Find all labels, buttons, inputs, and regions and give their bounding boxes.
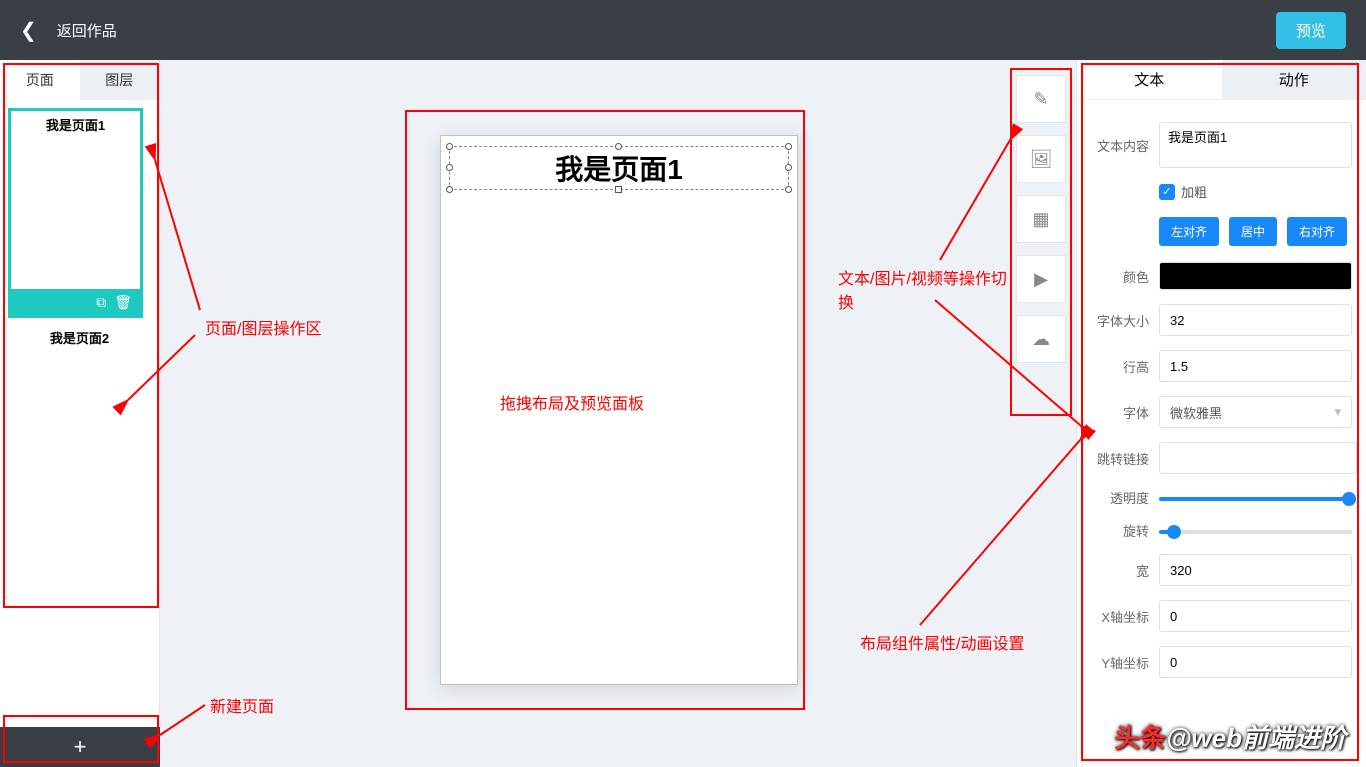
back-label[interactable]: 返回作品 xyxy=(57,20,117,41)
row-opacity: 透明度 xyxy=(1091,488,1352,507)
label-x: X轴坐标 xyxy=(1091,607,1149,626)
row-y: Y轴坐标 px xyxy=(1091,646,1352,678)
width-input: px xyxy=(1159,554,1352,586)
color-swatch[interactable] xyxy=(1159,262,1352,290)
font-family-value: 微软雅黑 xyxy=(1170,403,1222,422)
label-color: 颜色 xyxy=(1091,267,1149,286)
font-size-field[interactable] xyxy=(1160,305,1352,335)
resize-handle[interactable] xyxy=(446,143,453,150)
resize-handle[interactable] xyxy=(446,186,453,193)
phone-canvas[interactable]: 我是页面1 xyxy=(440,135,798,685)
bold-checkbox[interactable]: ✓ xyxy=(1159,184,1175,200)
y-input: px xyxy=(1159,646,1352,678)
page-thumb-title: 我是页面1 xyxy=(11,111,140,138)
row-align: 左对齐 居中 右对齐 xyxy=(1091,217,1352,246)
row-bold: ✓ 加粗 xyxy=(1091,182,1352,201)
row-font-family: 字体 微软雅黑 ▾ xyxy=(1091,396,1352,428)
property-form: 文本内容 我是页面1 ✓ 加粗 左对齐 居中 右对齐 颜色 字体大小 − + 行… xyxy=(1077,100,1366,712)
trash-icon[interactable]: 🗑 xyxy=(114,294,132,311)
align-center-button[interactable]: 居中 xyxy=(1229,217,1277,246)
left-panel: 页面 图层 我是页面1 ⧉ 🗑 我是页面2 + xyxy=(0,60,160,767)
add-page-button[interactable]: + xyxy=(0,727,160,767)
resize-handle[interactable] xyxy=(785,143,792,150)
pencil-icon: ✎ xyxy=(1033,89,1048,110)
resize-handle[interactable] xyxy=(785,164,792,171)
label-content: 文本内容 xyxy=(1091,136,1149,155)
font-family-select[interactable]: 微软雅黑 ▾ xyxy=(1159,396,1352,428)
link-input[interactable] xyxy=(1159,442,1357,474)
tab-text[interactable]: 文本 xyxy=(1077,60,1222,99)
row-content: 文本内容 我是页面1 xyxy=(1091,122,1352,168)
watermark-prefix: 头条 xyxy=(1114,723,1166,753)
tool-grid-button[interactable]: ▦ xyxy=(1016,195,1066,243)
top-bar-left: ❮ 返回作品 xyxy=(20,18,117,43)
canvas-area[interactable]: 我是页面1 xyxy=(160,60,1076,767)
line-height-input: − + xyxy=(1159,350,1352,382)
play-icon: ▶ xyxy=(1034,269,1048,290)
label-link: 跳转链接 xyxy=(1091,449,1149,468)
label-width: 宽 xyxy=(1091,561,1149,580)
page-caption: 我是页面2 xyxy=(8,328,151,347)
content-input[interactable]: 我是页面1 xyxy=(1159,122,1352,168)
label-font-family: 字体 xyxy=(1091,403,1149,422)
label-bold: 加粗 xyxy=(1181,182,1207,201)
watermark: 头条@web前端进阶 xyxy=(1114,718,1346,755)
label-y: Y轴坐标 xyxy=(1091,653,1149,672)
page-item[interactable]: 我是页面1 ⧉ 🗑 xyxy=(8,108,151,318)
opacity-slider[interactable] xyxy=(1159,489,1352,507)
align-left-button[interactable]: 左对齐 xyxy=(1159,217,1219,246)
tool-strip: ✎ 🖼 ▦ ▶ ☁ xyxy=(1016,75,1066,363)
resize-handle[interactable] xyxy=(785,186,792,193)
preview-button[interactable]: 预览 xyxy=(1276,12,1346,49)
grid-icon: ▦ xyxy=(1032,209,1049,230)
row-width: 宽 px xyxy=(1091,554,1352,586)
tool-text-button[interactable]: ✎ xyxy=(1016,75,1066,123)
width-field[interactable] xyxy=(1160,555,1352,585)
row-link: 跳转链接 xyxy=(1091,442,1352,474)
x-field[interactable] xyxy=(1160,601,1352,631)
cloud-upload-icon: ☁ xyxy=(1032,329,1050,350)
tool-image-button[interactable]: 🖼 xyxy=(1016,135,1066,183)
copy-icon[interactable]: ⧉ xyxy=(96,294,106,311)
page-item[interactable]: 我是页面2 xyxy=(8,328,151,347)
label-font-size: 字体大小 xyxy=(1091,311,1149,330)
label-line-height: 行高 xyxy=(1091,357,1149,376)
font-size-input: − + xyxy=(1159,304,1352,336)
tool-cloud-button[interactable]: ☁ xyxy=(1016,315,1066,363)
x-input: px xyxy=(1159,600,1352,632)
resize-handle[interactable] xyxy=(615,186,622,193)
resize-handle[interactable] xyxy=(615,143,622,150)
tab-action[interactable]: 动作 xyxy=(1222,60,1366,99)
row-line-height: 行高 − + xyxy=(1091,350,1352,382)
y-field[interactable] xyxy=(1160,647,1352,677)
selected-text-element[interactable]: 我是页面1 xyxy=(449,146,789,190)
row-font-size: 字体大小 − + xyxy=(1091,304,1352,336)
page-thumb-footer: ⧉ 🗑 xyxy=(11,289,140,315)
left-tabs: 页面 图层 xyxy=(0,60,159,100)
row-rotate: 旋转 xyxy=(1091,521,1352,540)
top-bar: ❮ 返回作品 预览 xyxy=(0,0,1366,60)
watermark-text: @web前端进阶 xyxy=(1166,723,1346,753)
label-opacity: 透明度 xyxy=(1091,488,1149,507)
page-list: 我是页面1 ⧉ 🗑 我是页面2 xyxy=(0,100,159,680)
back-chevron-icon[interactable]: ❮ xyxy=(20,18,37,43)
page-thumb[interactable]: 我是页面1 ⧉ 🗑 xyxy=(8,108,143,318)
chevron-down-icon: ▾ xyxy=(1334,404,1341,420)
tab-pages[interactable]: 页面 xyxy=(0,60,80,100)
resize-handle[interactable] xyxy=(446,164,453,171)
image-icon: 🖼 xyxy=(1030,149,1053,170)
row-color: 颜色 xyxy=(1091,262,1352,290)
row-x: X轴坐标 px xyxy=(1091,600,1352,632)
right-panel: 文本 动作 文本内容 我是页面1 ✓ 加粗 左对齐 居中 右对齐 颜色 字体大小… xyxy=(1076,60,1366,767)
align-right-button[interactable]: 右对齐 xyxy=(1287,217,1347,246)
rotate-slider[interactable] xyxy=(1159,522,1352,540)
label-rotate: 旋转 xyxy=(1091,521,1149,540)
tool-play-button[interactable]: ▶ xyxy=(1016,255,1066,303)
tab-layers[interactable]: 图层 xyxy=(80,60,160,100)
text-element-content: 我是页面1 xyxy=(555,148,683,188)
right-tabs: 文本 动作 xyxy=(1077,60,1366,100)
line-height-field[interactable] xyxy=(1160,351,1352,381)
